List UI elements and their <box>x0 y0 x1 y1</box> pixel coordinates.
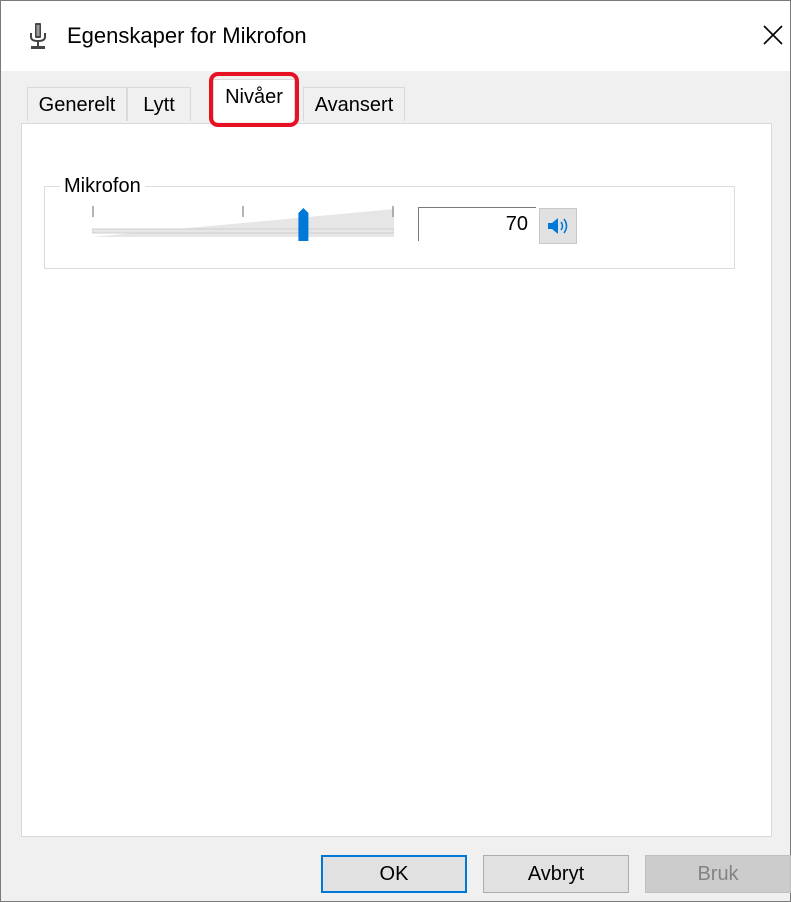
cancel-button[interactable]: Avbryt <box>483 855 629 893</box>
tab-label: Avansert <box>314 94 394 116</box>
tab-lytt[interactable]: Lytt <box>127 87 191 121</box>
microphone-icon <box>30 23 46 49</box>
close-icon <box>763 25 783 45</box>
slider-track <box>92 228 394 234</box>
window-title: Egenskaper for Mikrofon <box>67 23 307 48</box>
microphone-level-slider[interactable] <box>92 205 394 241</box>
tab-highlight-annotation <box>209 72 299 127</box>
level-value-field[interactable]: 70 <box>418 207 536 241</box>
speaker-icon <box>548 218 568 234</box>
properties-dialog: Egenskaper for Mikrofon Generelt Lytt Ni… <box>0 0 791 902</box>
tab-strip: Generelt Lytt Nivåer Avansert <box>1 71 790 125</box>
slider-thumb[interactable] <box>298 208 309 241</box>
close-button[interactable] <box>755 15 791 55</box>
mute-toggle-button[interactable] <box>539 208 577 244</box>
ok-button[interactable]: OK <box>321 855 467 893</box>
tab-label: Generelt <box>38 94 116 116</box>
tab-label: Lytt <box>143 94 175 116</box>
levels-panel: Mikrofon 70 <box>21 123 772 837</box>
tab-generelt[interactable]: Generelt <box>27 87 127 121</box>
groupbox-label: Mikrofon <box>60 174 145 198</box>
apply-button[interactable]: Bruk <box>645 855 791 893</box>
title-bar: Egenskaper for Mikrofon <box>1 1 790 71</box>
tab-avansert[interactable]: Avansert <box>303 87 405 121</box>
